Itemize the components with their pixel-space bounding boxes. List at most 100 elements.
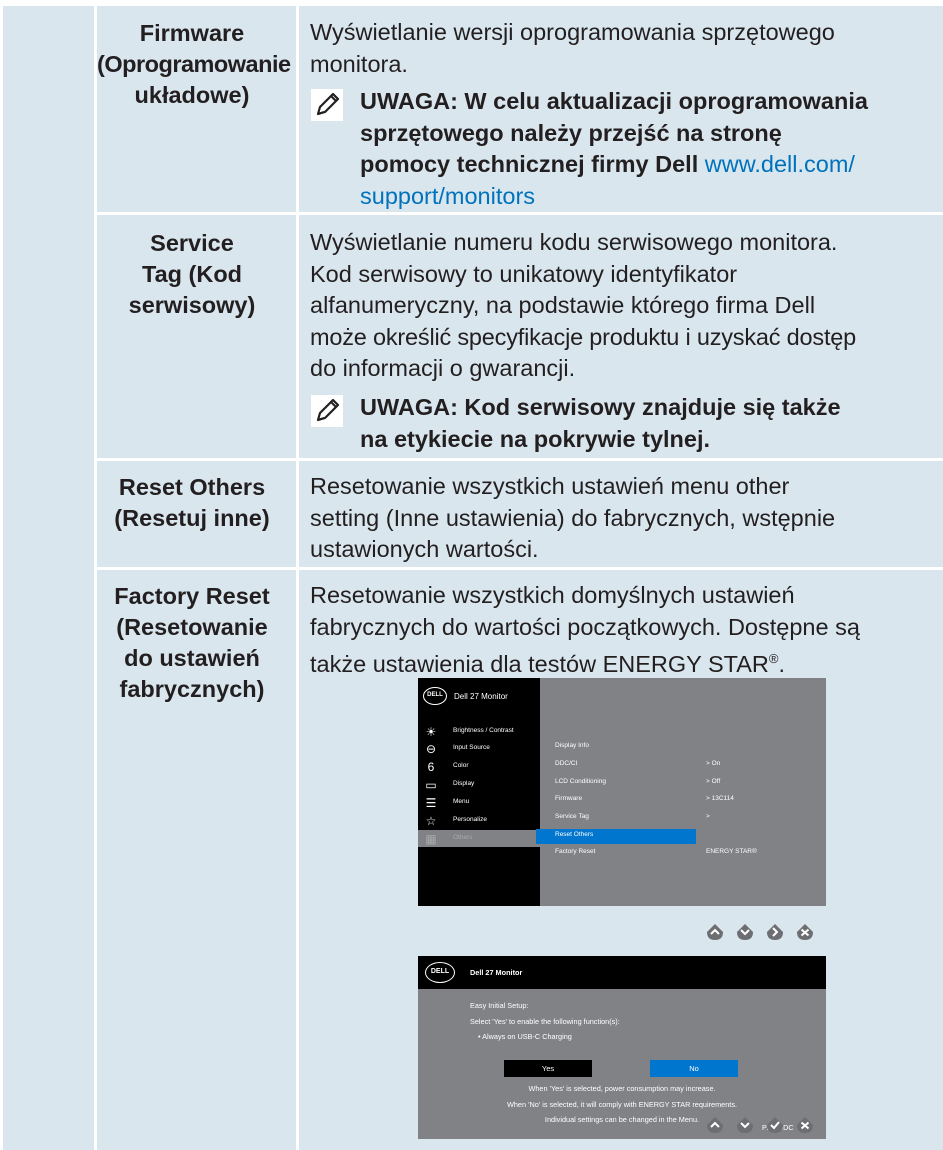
osd-dialog-text: • Always on USB-C Charging: [478, 1032, 572, 1041]
osd-easy-setup-dialog: DELL Dell 27 Monitor Easy Initial Setup:…: [418, 956, 826, 1139]
exit-button-icon[interactable]: [796, 923, 814, 941]
osd-menu-item[interactable]: ☰ Menu: [418, 794, 540, 811]
osd-submenu-item[interactable]: Firmware: [555, 795, 582, 802]
service-tag-note: UWAGA: Kod serwisowy znajduje się także …: [310, 392, 940, 455]
note-line: pomocy technicznej firmy Dell: [360, 151, 699, 177]
down-button-icon[interactable]: [736, 923, 754, 941]
desc-line: Wyświetlanie wersji oprogramowania sprzę…: [310, 19, 835, 45]
brightness-icon: ☀: [425, 725, 437, 739]
osd-submenu-value: > On: [706, 760, 721, 767]
table-outer-border-left: [0, 0, 3, 1150]
service-tag-label: Service Tag (Kod serwisowy): [97, 228, 287, 321]
desc-line: ustawionych wartości.: [310, 536, 539, 562]
table-row-divider: [94, 212, 943, 215]
color-icon: 6: [427, 760, 435, 774]
osd-dialog-info: When 'No' is selected, it will comply wi…: [506, 1100, 737, 1109]
osd-submenu-item[interactable]: Reset Others: [555, 831, 593, 838]
label-line: układowe): [134, 82, 250, 108]
label-line: Reset Others: [118, 474, 266, 500]
desc-line: także ustawienia dla testów ENERGY STAR: [310, 650, 769, 677]
desc-line: Kod serwisowy to unikatowy identyfikator: [310, 260, 738, 287]
no-button[interactable]: No: [650, 1060, 738, 1077]
osd-dialog-text: Easy Initial Setup:: [470, 1001, 529, 1010]
osd-submenu-item[interactable]: DDC/CI: [555, 760, 577, 767]
osd-submenu-value: ENERGY STAR®: [706, 848, 757, 855]
osd-menu-right-pane: [540, 678, 826, 906]
osd-menu-item-selected[interactable]: ▦ Others: [418, 830, 540, 847]
note-line: UWAGA: W celu aktualizacji oprogramowani…: [360, 88, 868, 114]
desc-line: monitora.: [310, 50, 408, 77]
osd-menu-title: Dell 27 Monitor: [454, 692, 508, 701]
up-button-icon[interactable]: [706, 1116, 724, 1134]
table-column-divider: [94, 0, 97, 1150]
osd-nav-buttons: [706, 923, 814, 941]
down-button-icon[interactable]: [736, 1116, 754, 1134]
label-line: serwisowy): [128, 292, 256, 318]
display-icon: ▭: [425, 778, 437, 792]
reset-others-description: Resetowanie wszystkich ustawień menu oth…: [310, 471, 940, 566]
osd-submenu-item[interactable]: LCD Conditioning: [555, 778, 606, 785]
osd-submenu-item[interactable]: Display Info: [555, 742, 589, 749]
osd-menu-item[interactable]: ☆ Personalize: [418, 812, 540, 829]
label-line: do ustawień: [124, 645, 260, 671]
osd-menu-item[interactable]: ☀ Brightness / Contrast: [418, 723, 540, 740]
exit-button-icon[interactable]: [796, 1116, 814, 1134]
yes-button[interactable]: Yes: [504, 1060, 592, 1077]
service-tag-description: Wyświetlanie numeru kodu serwisowego mon…: [310, 227, 940, 385]
desc-line: fabrycznych do wartości początkowych. Do…: [310, 613, 860, 640]
note-line: na etykiecie na pokrywie tylnej.: [360, 425, 711, 452]
reset-others-label: Reset Others (Resetuj inne): [97, 472, 287, 534]
osd-menu-item[interactable]: ▭ Display: [418, 776, 540, 793]
others-icon: ▦: [425, 832, 437, 846]
label-line: fabrycznych): [119, 676, 265, 702]
osd-submenu-value: > 13C114: [706, 795, 734, 802]
label-line: Firmware: [139, 20, 245, 46]
right-button-icon[interactable]: [766, 923, 784, 941]
osd-dialog-title: Dell 27 Monitor: [470, 968, 523, 977]
osd-menu-item-label: Input Source: [453, 744, 490, 751]
label-line: Tag (Kod: [141, 261, 243, 287]
osd-menu-item-label: Color: [453, 762, 469, 769]
star-icon: ☆: [425, 814, 437, 828]
pencil-note-icon: [311, 89, 343, 121]
factory-reset-description: Resetowanie wszystkich domyślnych ustawi…: [310, 580, 940, 680]
osd-menu-item-label: Personalize: [453, 816, 487, 823]
label-line: Factory Reset: [114, 583, 270, 609]
osd-menu-item-label: Others: [453, 834, 473, 841]
up-button-icon[interactable]: [706, 923, 724, 941]
dell-logo-icon: DELL: [423, 687, 447, 705]
osd-menu-item[interactable]: ⊖ Input Source: [418, 740, 540, 757]
dell-support-link-continued[interactable]: support/monitors: [360, 181, 940, 213]
osd-menu-item-label: Brightness / Contrast: [453, 727, 514, 734]
osd-dialog-nav-buttons: [706, 1116, 814, 1134]
confirm-button-icon[interactable]: [766, 1116, 784, 1134]
dell-support-link[interactable]: www.dell.com/: [705, 151, 855, 177]
label-line: (Resetowanie: [116, 614, 268, 640]
table-top-border: [0, 0, 943, 6]
desc-line: setting (Inne ustawienia) do fabrycznych…: [310, 504, 836, 531]
osd-menu-screenshot: DELL Dell 27 Monitor ☀ Brightness / Cont…: [418, 678, 826, 906]
factory-reset-label: Factory Reset (Resetowanie do ustawień f…: [97, 581, 287, 705]
pencil-note-icon: [311, 395, 343, 427]
osd-menu-item[interactable]: 6 Color: [418, 758, 540, 775]
desc-period: .: [778, 650, 786, 677]
table-column-divider: [296, 0, 299, 1150]
firmware-note: UWAGA: W celu aktualizacji oprogramowani…: [310, 86, 940, 212]
label-line: (Oprogramowanie: [97, 51, 291, 77]
note-line: sprzętowego należy przejść na stronę: [360, 119, 782, 146]
menu-icon: ☰: [425, 796, 437, 810]
osd-dialog-info: When 'Yes' is selected, power consumptio…: [528, 1084, 716, 1093]
osd-menu-item-label: Display: [453, 780, 475, 787]
osd-submenu-item[interactable]: Service Tag: [555, 813, 589, 820]
osd-menu-item-label: Menu: [453, 798, 470, 805]
dell-logo-icon: DELL: [425, 962, 455, 983]
osd-submenu-item-selected[interactable]: Factory Reset: [555, 848, 595, 855]
desc-line: Resetowanie wszystkich domyślnych ustawi…: [310, 582, 795, 608]
osd-dialog-text: Select 'Yes' to enable the following fun…: [470, 1017, 620, 1026]
table-row-divider: [94, 567, 943, 570]
osd-submenu-value: > Off: [706, 778, 721, 785]
input-source-icon: ⊖: [425, 742, 437, 756]
desc-line: do informacji o gwarancji.: [310, 355, 576, 381]
label-line: Service: [150, 230, 234, 256]
note-line: UWAGA: Kod serwisowy znajduje się także: [360, 394, 841, 420]
